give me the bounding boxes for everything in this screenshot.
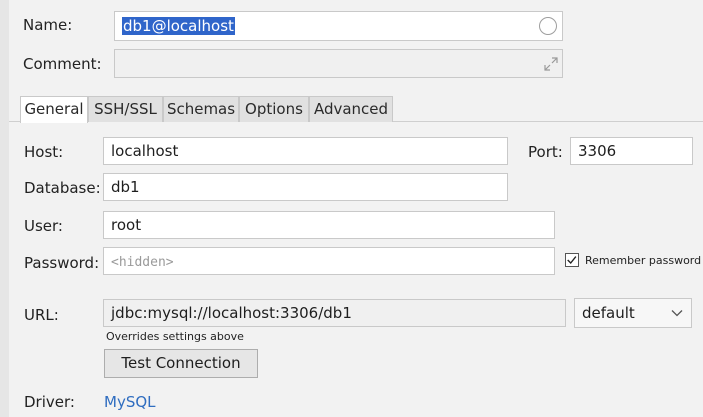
port-label: Port:	[528, 143, 563, 161]
driver-label: Driver:	[24, 393, 75, 411]
url-label: URL:	[24, 306, 59, 324]
name-field[interactable]: db1@localhost	[114, 11, 563, 41]
database-input[interactable]: db1	[103, 173, 508, 201]
comment-field[interactable]	[114, 49, 563, 78]
password-label: Password:	[24, 254, 100, 272]
check-icon	[567, 256, 577, 265]
name-label: Name:	[23, 16, 73, 34]
chevron-down-icon	[671, 310, 683, 317]
url-mode-select[interactable]: default	[574, 298, 692, 328]
host-input[interactable]: localhost	[103, 137, 508, 165]
password-placeholder: <hidden>	[111, 255, 174, 270]
port-input[interactable]: 3306	[570, 137, 693, 165]
host-label: Host:	[24, 143, 64, 161]
remember-password-label[interactable]: Remember password	[585, 254, 701, 267]
circle-icon	[539, 17, 557, 35]
user-input[interactable]: root	[103, 211, 555, 239]
database-label: Database:	[24, 179, 101, 197]
comment-label: Comment:	[23, 55, 102, 73]
expand-icon[interactable]	[544, 57, 558, 71]
url-mode-value: default	[582, 304, 635, 322]
driver-link[interactable]: MySQL	[104, 393, 156, 411]
url-hint: Overrides settings above	[106, 330, 244, 343]
tab-ssh-ssl[interactable]: SSH/SSL	[88, 96, 163, 122]
tab-advanced[interactable]: Advanced	[309, 96, 393, 122]
url-input[interactable]: jdbc:mysql://localhost:3306/db1	[103, 299, 566, 327]
tab-schemas[interactable]: Schemas	[163, 96, 239, 122]
password-input[interactable]: <hidden>	[103, 247, 555, 275]
tab-options[interactable]: Options	[239, 96, 309, 122]
left-edge-strip	[0, 0, 9, 417]
name-value: db1@localhost	[122, 17, 235, 35]
tab-general[interactable]: General	[20, 96, 88, 123]
user-label: User:	[24, 217, 63, 235]
test-connection-button[interactable]: Test Connection	[104, 349, 258, 378]
remember-password-checkbox[interactable]	[565, 253, 579, 267]
